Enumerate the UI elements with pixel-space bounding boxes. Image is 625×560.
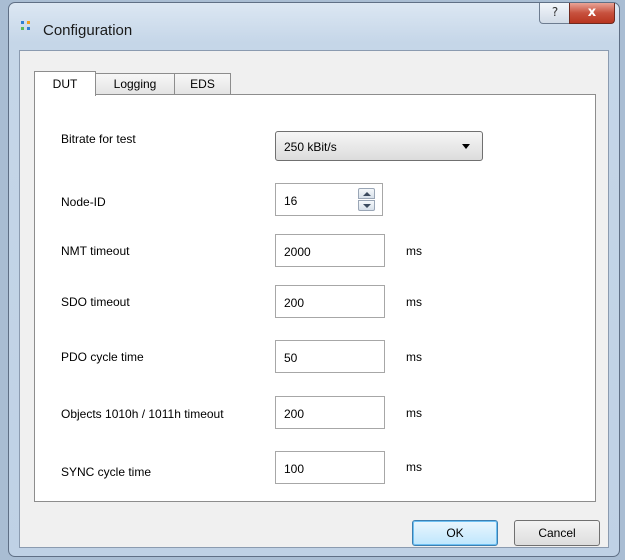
sync-cycle-input[interactable]: 100 xyxy=(275,451,385,484)
bitrate-value: 250 kBit/s xyxy=(284,140,337,154)
sync-cycle-label: SYNC cycle time xyxy=(61,465,152,479)
sync-cycle-value: 100 xyxy=(284,462,305,476)
nmt-timeout-unit: ms xyxy=(406,244,422,258)
configuration-app-icon xyxy=(21,21,30,30)
node-id-value: 16 xyxy=(284,194,298,208)
sdo-timeout-label: SDO timeout xyxy=(61,295,130,309)
pdo-cycle-input[interactable]: 50 xyxy=(275,340,385,373)
nmt-timeout-value: 2000 xyxy=(284,245,311,259)
node-id-spinner xyxy=(358,188,376,212)
objects-timeout-input[interactable]: 200 xyxy=(275,396,385,429)
close-icon: x xyxy=(587,5,597,20)
objects-timeout-unit: ms xyxy=(406,406,422,420)
dialog-client-area: DUT Logging EDS Bitrate for test 250 kBi… xyxy=(19,50,609,548)
ok-button[interactable]: OK xyxy=(412,520,498,546)
node-id-spinbox[interactable]: 16 xyxy=(275,183,383,216)
sdo-timeout-value: 200 xyxy=(284,296,305,310)
dut-tab-panel: Bitrate for test 250 kBit/s Node-ID 16 N… xyxy=(34,94,596,502)
nmt-timeout-input[interactable]: 2000 xyxy=(275,234,385,267)
tab-dut[interactable]: DUT xyxy=(34,71,96,96)
chevron-down-icon xyxy=(462,144,470,149)
nmt-timeout-label: NMT timeout xyxy=(61,244,130,258)
bitrate-select[interactable]: 250 kBit/s xyxy=(275,131,483,161)
pdo-cycle-unit: ms xyxy=(406,350,422,364)
help-icon: ? xyxy=(551,5,559,19)
pdo-cycle-value: 50 xyxy=(284,351,298,365)
title-bar[interactable]: Configuration ? x xyxy=(9,3,619,45)
tab-logging[interactable]: Logging xyxy=(95,73,175,95)
tab-eds[interactable]: EDS xyxy=(174,73,231,95)
spin-down-icon[interactable] xyxy=(358,200,375,211)
objects-timeout-label: Objects 1010h / 1011h timeout xyxy=(61,407,224,421)
configuration-dialog: Configuration ? x DUT Logging EDS Bitrat… xyxy=(8,2,620,557)
spin-up-icon[interactable] xyxy=(358,188,375,199)
sdo-timeout-unit: ms xyxy=(406,295,422,309)
cancel-button[interactable]: Cancel xyxy=(514,520,600,546)
sdo-timeout-input[interactable]: 200 xyxy=(275,285,385,318)
sync-cycle-unit: ms xyxy=(406,460,422,474)
node-id-label: Node-ID xyxy=(61,195,106,209)
help-button[interactable]: ? xyxy=(539,3,571,24)
pdo-cycle-label: PDO cycle time xyxy=(61,350,144,364)
bitrate-label: Bitrate for test xyxy=(61,132,136,146)
window-title: Configuration xyxy=(43,22,133,39)
close-button[interactable]: x xyxy=(569,3,615,24)
objects-timeout-value: 200 xyxy=(284,407,305,421)
